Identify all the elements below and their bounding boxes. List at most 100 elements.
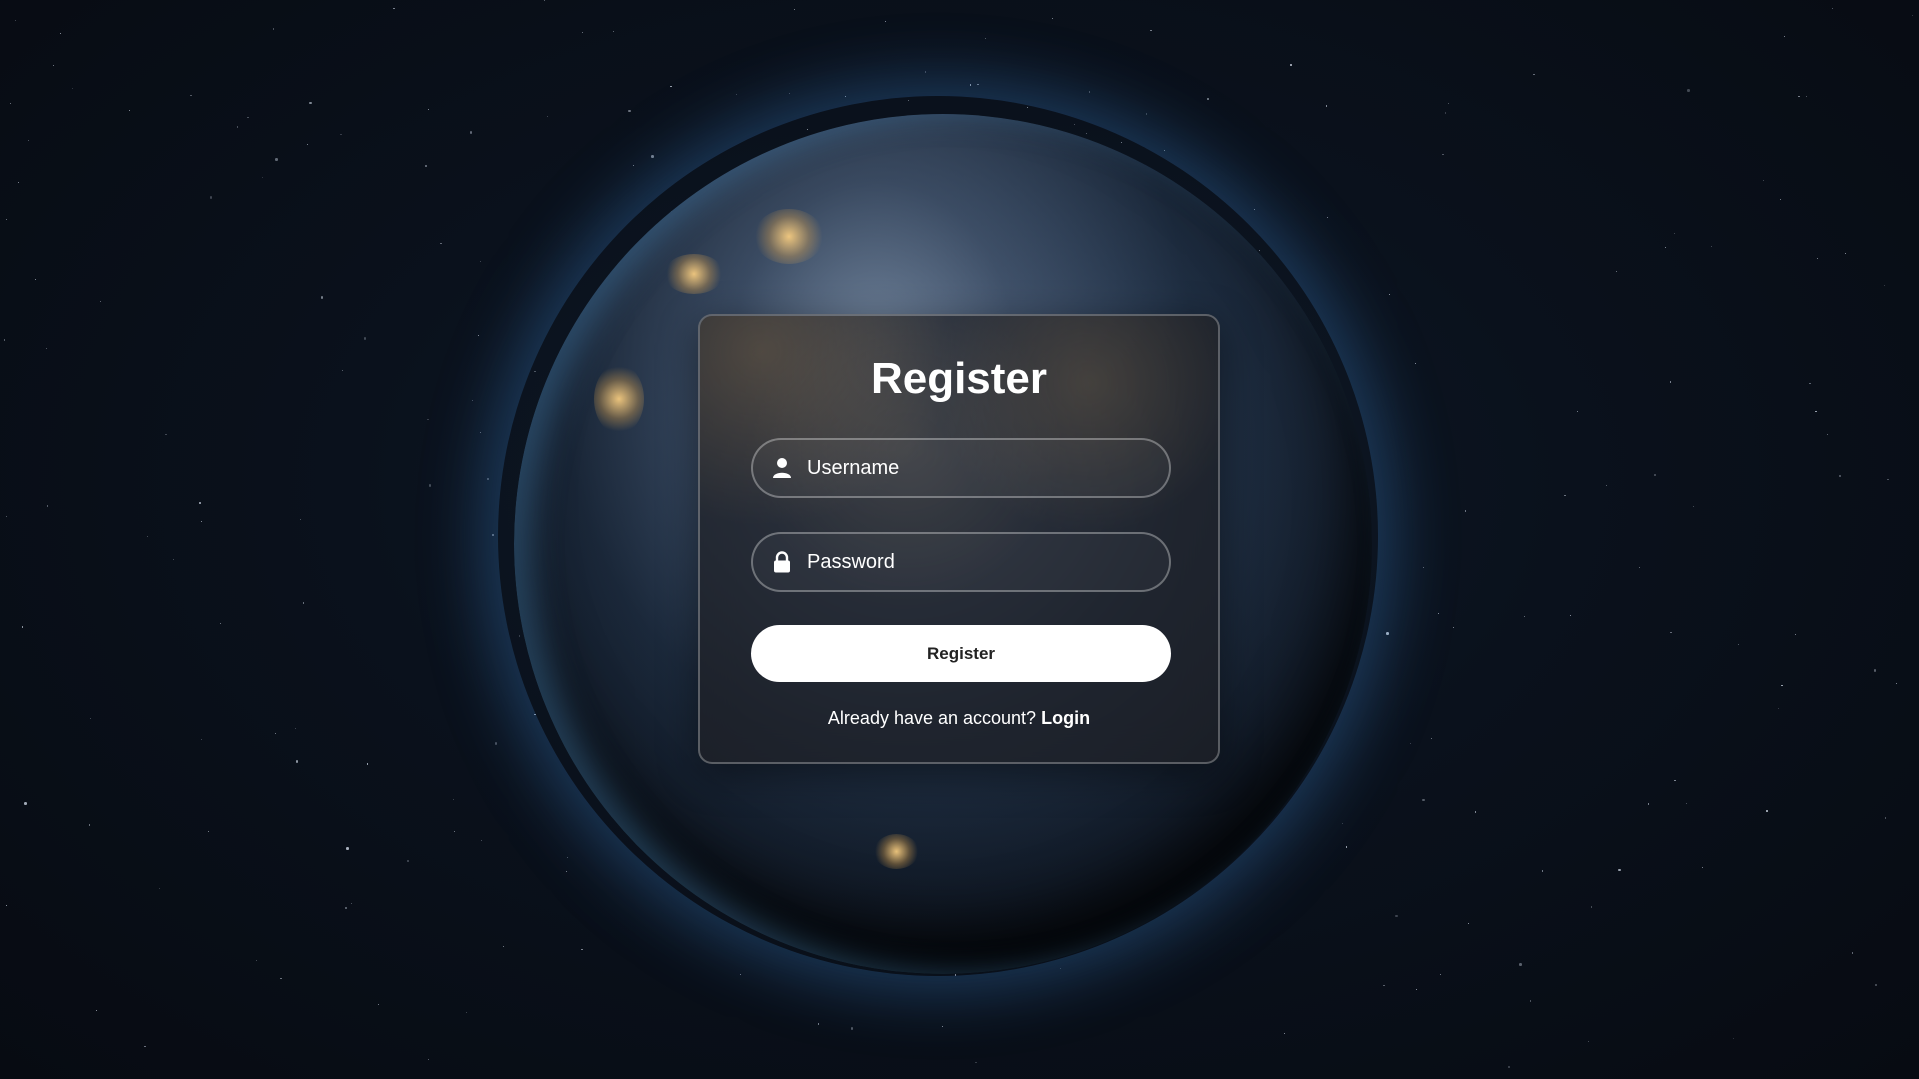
star <box>850 1027 854 1030</box>
star <box>190 94 192 97</box>
star <box>1647 803 1649 805</box>
star <box>1342 823 1344 825</box>
star <box>424 164 428 167</box>
login-link[interactable]: Login <box>1041 708 1090 728</box>
star <box>89 824 91 826</box>
star <box>1150 29 1152 32</box>
star <box>5 515 7 517</box>
star <box>1875 984 1877 986</box>
star <box>207 831 210 833</box>
star <box>1816 258 1818 260</box>
star <box>272 28 275 30</box>
star <box>366 763 368 765</box>
star <box>479 260 482 262</box>
star <box>1809 383 1811 385</box>
star <box>1794 633 1796 635</box>
star <box>340 133 342 135</box>
star <box>236 126 238 128</box>
star <box>1895 682 1897 684</box>
star <box>1806 96 1808 98</box>
star <box>469 131 473 134</box>
star <box>1887 479 1889 481</box>
star <box>1845 252 1847 255</box>
star <box>1327 216 1329 218</box>
star <box>453 831 456 833</box>
username-input[interactable] <box>805 455 1149 481</box>
star <box>1439 974 1441 976</box>
star <box>341 369 343 372</box>
star <box>247 116 249 119</box>
star <box>1383 984 1385 986</box>
star <box>1452 626 1454 628</box>
star <box>158 887 161 890</box>
star <box>309 101 312 105</box>
star <box>71 87 73 90</box>
star <box>1507 1065 1511 1069</box>
city-lights <box>594 364 644 434</box>
star <box>59 32 61 34</box>
password-field[interactable] <box>751 532 1171 592</box>
star <box>487 478 489 480</box>
star <box>1605 484 1607 486</box>
star <box>1207 98 1209 100</box>
star <box>1088 91 1090 93</box>
star <box>1702 867 1704 869</box>
star <box>1815 410 1817 413</box>
password-input[interactable] <box>805 549 1149 575</box>
star <box>128 109 130 112</box>
star <box>1670 381 1672 383</box>
star <box>345 907 347 909</box>
star <box>1529 1000 1531 1002</box>
star <box>200 738 202 740</box>
star <box>628 109 631 113</box>
star <box>494 742 498 745</box>
star <box>924 71 927 73</box>
user-icon <box>771 457 793 479</box>
star <box>1766 810 1768 812</box>
star <box>1414 363 1417 365</box>
star <box>1831 7 1833 9</box>
star <box>565 870 567 872</box>
register-card: Register Register Already have an accoun… <box>698 314 1220 764</box>
star <box>1254 208 1256 210</box>
star <box>1738 644 1740 646</box>
star <box>393 7 395 9</box>
star <box>275 158 278 161</box>
star <box>466 1011 468 1013</box>
city-lights <box>754 209 824 264</box>
star <box>46 505 49 507</box>
star <box>146 535 148 538</box>
star <box>363 337 367 340</box>
star <box>1533 73 1535 75</box>
star <box>1442 154 1444 156</box>
star <box>1519 963 1522 966</box>
star <box>1732 1038 1734 1040</box>
star <box>1542 870 1544 872</box>
star <box>1395 914 1398 918</box>
star <box>612 31 614 33</box>
star <box>295 760 299 763</box>
star <box>280 978 282 980</box>
star <box>1777 708 1779 710</box>
city-lights <box>664 254 724 294</box>
star <box>199 502 201 504</box>
star <box>1883 284 1885 286</box>
lock-icon <box>771 551 793 573</box>
star <box>1410 743 1412 745</box>
star <box>1524 615 1526 618</box>
star <box>1693 506 1695 508</box>
star <box>46 347 48 350</box>
star <box>1345 846 1347 848</box>
username-field[interactable] <box>751 438 1171 498</box>
star <box>346 847 349 850</box>
star <box>977 84 979 86</box>
star <box>1448 102 1450 105</box>
star <box>5 904 7 906</box>
star <box>735 93 738 95</box>
star <box>1885 817 1887 819</box>
star <box>543 0 545 2</box>
star <box>794 9 796 11</box>
star <box>1685 802 1687 804</box>
star <box>22 626 24 628</box>
register-button[interactable]: Register <box>751 625 1171 682</box>
